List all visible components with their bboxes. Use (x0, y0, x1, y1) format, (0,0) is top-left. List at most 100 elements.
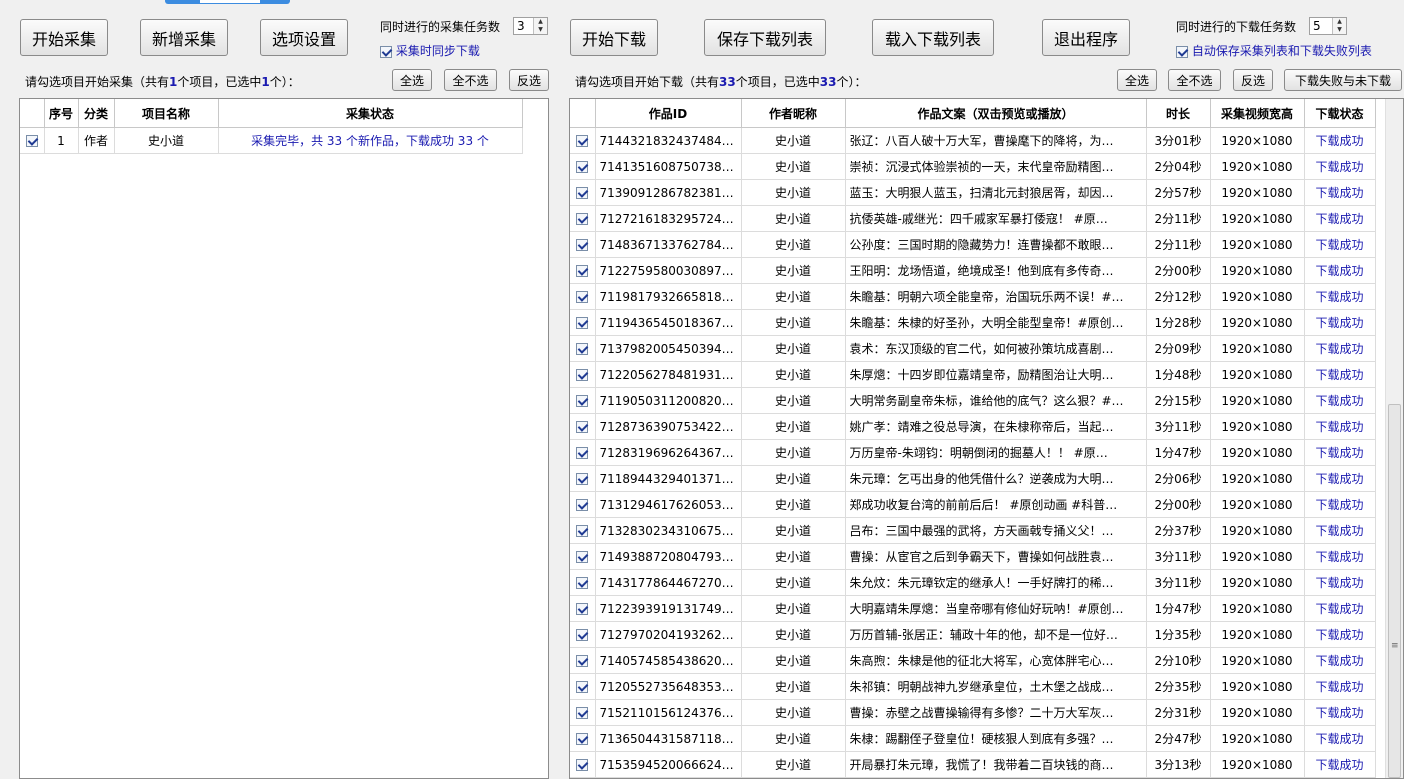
row-checkbox-cell[interactable] (570, 543, 596, 570)
row-caption[interactable]: 朱高煦：朱棣是他的征北大将军，心宽体胖宅心… (845, 647, 1147, 674)
table-row[interactable]: 7143177864467270926 史小道 朱允炆：朱元璋钦定的继承人！一手好牌… (570, 569, 1376, 596)
row-caption[interactable]: 大明常务副皇帝朱标，谁给他的底气？这么狠？#… (845, 387, 1147, 414)
autosave-option[interactable]: 自动保存采集列表和下载失败列表 (1176, 42, 1372, 59)
table-row[interactable]: 7136504431587118373 史小道 朱棣：踢翻侄子登皇位！硬核狠人到底有… (570, 725, 1376, 752)
row-checkbox[interactable] (576, 733, 589, 745)
row-caption[interactable]: 公孙度：三国时期的隐藏势力！连曹操都不敢眼… (845, 231, 1147, 258)
table-row[interactable]: 7139091286782381320 史小道 蓝玉：大明狠人蓝玉，扫清北元封狼居胥… (570, 179, 1376, 206)
row-checkbox[interactable] (576, 759, 589, 771)
row-caption[interactable]: 曹操：从宦官之后到争霸天下，曹操如何战胜袁… (845, 543, 1147, 570)
row-checkbox-cell[interactable] (570, 153, 596, 180)
table-row[interactable]: 1 作者 史小道 采集完毕，共 33 个新作品，下载成功 33 个 (20, 127, 523, 154)
row-checkbox-cell[interactable] (20, 127, 45, 154)
row-checkbox[interactable] (576, 187, 589, 199)
row-checkbox-cell[interactable] (570, 257, 596, 284)
table-row[interactable]: 7140574585438620936 史小道 朱高煦：朱棣是他的征北大将军，心宽体… (570, 647, 1376, 674)
download-col-id[interactable]: 作品ID (595, 99, 742, 128)
row-checkbox-cell[interactable] (570, 751, 596, 778)
download-col-size[interactable]: 采集视频宽高 (1210, 99, 1305, 128)
row-checkbox-cell[interactable] (570, 231, 596, 258)
table-row[interactable]: 7148367133762784551 史小道 公孙度：三国时期的隐藏势力！连曹操都… (570, 231, 1376, 258)
exit-button[interactable]: 退出程序 (1042, 19, 1130, 56)
stepper-arrows-icon[interactable]: ▲ ▼ (533, 18, 547, 34)
collect-select-none-button[interactable]: 全不选 (444, 69, 497, 91)
row-checkbox-cell[interactable] (570, 595, 596, 622)
table-row[interactable]: 7137982005450394916 史小道 袁术：东汉顶级的官二代，如何被孙策坑… (570, 335, 1376, 362)
row-checkbox-cell[interactable] (570, 725, 596, 752)
row-checkbox[interactable] (576, 239, 589, 251)
row-checkbox-cell[interactable] (570, 179, 596, 206)
row-checkbox-cell[interactable] (570, 205, 596, 232)
collect-select-all-button[interactable]: 全选 (392, 69, 432, 91)
row-checkbox[interactable] (576, 577, 589, 589)
row-checkbox-cell[interactable] (570, 673, 596, 700)
download-failed-button[interactable]: 下载失败与未下载 (1284, 69, 1402, 91)
row-checkbox[interactable] (576, 369, 589, 381)
table-row[interactable]: 7131294617626053895 史小道 郑成功收复台湾的前前后后！ #原创动… (570, 491, 1376, 518)
row-caption[interactable]: 万历首辅-张居正：辅政十年的他，却不是一位好… (845, 621, 1147, 648)
options-button[interactable]: 选项设置 (260, 19, 348, 56)
download-col-duration[interactable]: 时长 (1146, 99, 1211, 128)
row-checkbox[interactable] (576, 343, 589, 355)
download-col-status[interactable]: 下载状态 (1304, 99, 1376, 128)
table-row[interactable]: 7122393919131749639 史小道 大明嘉靖朱厚熜：当皇帝哪有修仙好玩呐… (570, 595, 1376, 622)
row-checkbox-cell[interactable] (570, 517, 596, 544)
sync-download-option[interactable]: 采集时同步下载 (380, 42, 480, 59)
download-invert-button[interactable]: 反选 (1233, 69, 1273, 91)
row-checkbox-cell[interactable] (570, 699, 596, 726)
row-caption[interactable]: 崇祯：沉浸式体验崇祯的一天，末代皇帝励精图… (845, 153, 1147, 180)
row-checkbox[interactable] (576, 681, 589, 693)
row-caption[interactable]: 开局暴打朱元璋，我慌了！我带着二百块钱的商… (845, 751, 1147, 778)
row-checkbox[interactable] (576, 629, 589, 641)
download-select-all-button[interactable]: 全选 (1117, 69, 1157, 91)
row-checkbox-cell[interactable] (570, 387, 596, 414)
row-checkbox[interactable] (576, 265, 589, 277)
row-caption[interactable]: 大明嘉靖朱厚熜：当皇帝哪有修仙好玩呐！#原创… (845, 595, 1147, 622)
row-checkbox[interactable] (576, 395, 589, 407)
row-checkbox-cell[interactable] (570, 569, 596, 596)
row-checkbox-cell[interactable] (570, 127, 596, 154)
sync-download-checkbox[interactable] (380, 45, 392, 58)
start-collect-button[interactable]: 开始采集 (20, 19, 108, 56)
table-row[interactable]: 7153594520066624781 史小道 开局暴打朱元璋，我慌了！我带着二百块… (570, 751, 1376, 778)
row-checkbox-cell[interactable] (570, 283, 596, 310)
download-col-author[interactable]: 作者昵称 (741, 99, 846, 128)
row-caption[interactable]: 吕布：三国中最强的武将，方天画戟专捅义父！… (845, 517, 1147, 544)
row-caption[interactable]: 张辽：八百人破十万大军，曹操麾下的降将，为… (845, 127, 1147, 154)
add-collect-button[interactable]: 新增采集 (140, 19, 228, 56)
row-caption[interactable]: 朱瞻基：明朝六项全能皇帝，治国玩乐两不误！#… (845, 283, 1147, 310)
collect-col-category[interactable]: 分类 (78, 99, 115, 128)
table-row[interactable]: 7141351608750738719 史小道 崇祯：沉浸式体验崇祯的一天，末代皇帝… (570, 153, 1376, 180)
row-checkbox-cell[interactable] (570, 647, 596, 674)
row-checkbox[interactable] (576, 499, 589, 511)
row-caption[interactable]: 袁术：东汉顶级的官二代，如何被孙策坑成喜剧… (845, 335, 1147, 362)
table-row[interactable]: 7128319696264367393 史小道 万历皇帝-朱翊钧：明朝倒闭的掘墓人！… (570, 439, 1376, 466)
download-select-none-button[interactable]: 全不选 (1168, 69, 1221, 91)
table-row[interactable]: 7144321832437484836 史小道 张辽：八百人破十万大军，曹操麾下的降… (570, 127, 1376, 154)
autosave-checkbox[interactable] (1176, 45, 1188, 58)
table-row[interactable]: 7118944329401371940 史小道 朱元璋：乞丐出身的他凭借什么？逆袭成… (570, 465, 1376, 492)
table-row[interactable]: 7127970204193262881 史小道 万历首辅-张居正：辅政十年的他，却不… (570, 621, 1376, 648)
table-row[interactable]: 7127216183295724839 史小道 抗倭英雄-戚继光：四千戚家军暴打倭寇… (570, 205, 1376, 232)
row-checkbox[interactable] (576, 135, 589, 147)
row-checkbox[interactable] (576, 447, 589, 459)
scrollbar-thumb[interactable] (1388, 404, 1401, 778)
table-row[interactable]: 7122056278481931557 史小道 朱厚熜：十四岁即位嘉靖皇帝，励精图治… (570, 361, 1376, 388)
row-checkbox-cell[interactable] (570, 335, 596, 362)
save-download-list-button[interactable]: 保存下载列表 (704, 19, 826, 56)
download-concurrency-stepper[interactable]: 5 ▲ ▼ (1309, 17, 1347, 35)
table-row[interactable]: 7119050311200820488 史小道 大明常务副皇帝朱标，谁给他的底气？这… (570, 387, 1376, 414)
row-checkbox-cell[interactable] (570, 621, 596, 648)
row-caption[interactable]: 抗倭英雄-戚继光：四千戚家军暴打倭寇！ #原… (845, 205, 1147, 232)
row-caption[interactable]: 朱厚熜：十四岁即位嘉靖皇帝，励精图治让大明… (845, 361, 1147, 388)
row-checkbox[interactable] (576, 473, 589, 485)
row-checkbox-cell[interactable] (570, 491, 596, 518)
table-row[interactable]: 7149388720804793611 史小道 曹操：从宦官之后到争霸天下，曹操如何… (570, 543, 1376, 570)
row-checkbox[interactable] (576, 161, 589, 173)
download-col-caption[interactable]: 作品文案（双击预览或播放） (845, 99, 1147, 128)
table-row[interactable]: 7128736390753422606 史小道 姚广孝：靖难之役总导演，在朱棣称帝后… (570, 413, 1376, 440)
row-checkbox-cell[interactable] (570, 439, 596, 466)
collect-invert-button[interactable]: 反选 (509, 69, 549, 91)
collect-col-name[interactable]: 项目名称 (114, 99, 219, 128)
row-checkbox-cell[interactable] (570, 309, 596, 336)
